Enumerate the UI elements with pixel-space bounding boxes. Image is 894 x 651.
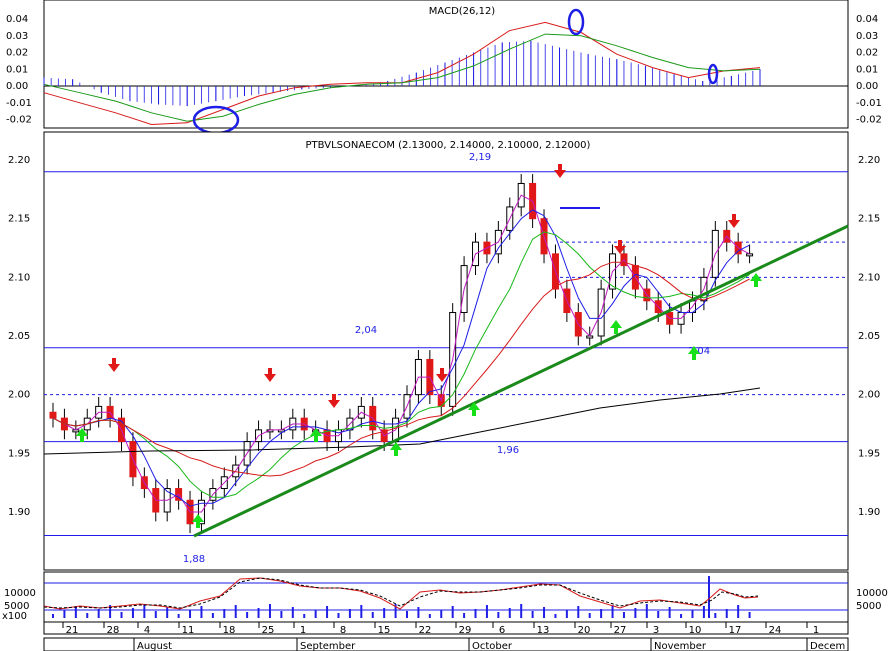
- macd-y-tick-left: 0.04: [6, 14, 28, 25]
- x-month-label: October: [472, 641, 513, 651]
- candle-body: [746, 253, 754, 257]
- price-y-tick-right: 2.00: [858, 390, 880, 401]
- price-y-tick-right: 1.90: [858, 507, 880, 518]
- candle-body: [49, 411, 57, 419]
- macd-y-tick-right: 0.02: [856, 48, 878, 59]
- price-y-tick-right: 2.10: [858, 272, 880, 283]
- stock-chart: MACD(26,12) 0.04 0.04 0.03 0.03 0.02 0.02 0.01…: [2, 0, 888, 651]
- price-y-tick-right: 2.15: [858, 214, 880, 225]
- volume-unit: x100: [2, 611, 27, 622]
- level-label: 1,96: [497, 445, 519, 456]
- macd-y-tick-left: 0.00: [6, 81, 28, 92]
- x-day-label: 3: [653, 625, 659, 636]
- x-day-label: 10: [689, 625, 702, 636]
- x-month-label: Decem: [810, 641, 845, 651]
- price-y-tick-right: 2.05: [858, 331, 880, 342]
- price-panel: 2,192,041,961,882,04 PTBVLSONAECOM (2.13…: [8, 131, 880, 571]
- macd-y-tick-left: -0.02: [6, 115, 32, 126]
- macd-y-tick-right: 0.01: [856, 64, 878, 75]
- macd-y-tick-right: -0.01: [856, 98, 882, 109]
- x-day-label: 8: [340, 625, 346, 636]
- x-day-label: 6: [499, 625, 505, 636]
- x-day-label: 27: [614, 625, 627, 636]
- level-label: 1,88: [183, 554, 205, 565]
- x-day-label: 29: [459, 625, 472, 636]
- volume-y-tick-right: 5000: [856, 601, 881, 612]
- volume-y-tick-left: 10000: [4, 588, 36, 599]
- x-day-label: 28: [107, 625, 120, 636]
- price-y-tick-right: 2.20: [858, 155, 880, 166]
- macd-panel: MACD(26,12) 0.04 0.04 0.03 0.03 0.02 0.02 0.01…: [6, 0, 882, 135]
- price-y-tick-left: 2.05: [8, 331, 30, 342]
- volume-panel: 10000 100005000 5000x100: [2, 571, 888, 623]
- volume-y-tick-right: 10000: [856, 588, 888, 599]
- x-month-label: November: [654, 641, 707, 651]
- x-month-label: August: [137, 641, 172, 651]
- macd-y-tick-right: -0.02: [856, 115, 882, 126]
- price-y-tick-left: 1.95: [8, 448, 30, 459]
- x-day-label: 15: [378, 625, 391, 636]
- macd-y-tick-right: 0.03: [856, 31, 878, 42]
- x-day-label: 18: [223, 625, 236, 636]
- x-day-label: 20: [578, 625, 591, 636]
- macd-y-tick-left: -0.01: [6, 98, 32, 109]
- level-label: 2,19: [469, 152, 491, 163]
- x-day-label: 1: [300, 625, 306, 636]
- x-day-label: 24: [769, 625, 782, 636]
- x-day-label: 21: [66, 625, 79, 636]
- x-axis: 21 28 4 11 18 25 1 8 15 22 29 6 13 20 27 3 10 17 24 1 Augus…: [43, 621, 849, 651]
- x-day-label: 22: [419, 625, 432, 636]
- x-day-label: 13: [537, 625, 550, 636]
- x-day-label: 4: [144, 625, 150, 636]
- x-day-label: 25: [262, 625, 275, 636]
- price-y-tick-left: 2.20: [8, 155, 30, 166]
- macd-title: MACD(26,12): [429, 6, 496, 17]
- x-month-label: September: [300, 641, 356, 651]
- macd-y-tick-right: 0.00: [856, 81, 878, 92]
- x-day-label: 1: [813, 625, 819, 636]
- price-y-tick-left: 2.15: [8, 214, 30, 225]
- x-day-label: 11: [182, 625, 195, 636]
- macd-y-tick-left: 0.02: [6, 48, 28, 59]
- macd-y-tick-left: 0.01: [6, 64, 28, 75]
- macd-y-tick-left: 0.03: [6, 31, 28, 42]
- macd-y-tick-right: 0.04: [856, 14, 878, 25]
- price-y-tick-right: 1.95: [858, 448, 880, 459]
- price-title: PTBVLSONAECOM (2.13000, 2.14000, 2.10000…: [306, 140, 591, 151]
- price-y-tick-left: 2.10: [8, 272, 30, 283]
- x-day-label: 17: [729, 625, 742, 636]
- price-y-tick-left: 2.00: [8, 390, 30, 401]
- level-label: 2,04: [355, 325, 377, 336]
- price-y-tick-left: 1.90: [8, 507, 30, 518]
